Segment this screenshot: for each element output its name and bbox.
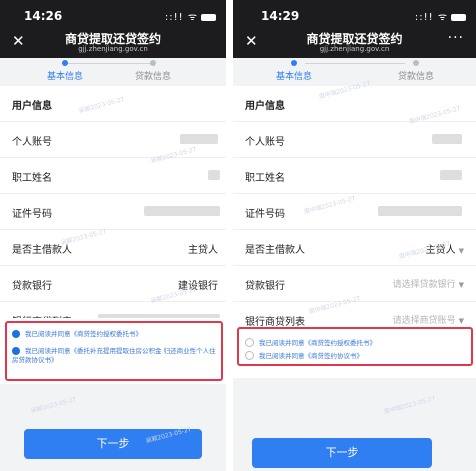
- right-screen: 14:29 ::!! ᯤ ✕ 商贷提取还贷签约 gjj.zhenjiang.go…: [233, 0, 476, 471]
- field-label: 个人账号: [12, 137, 52, 148]
- redacted-value: [180, 134, 218, 144]
- highlight-box: [237, 327, 473, 366]
- section-title: 用户信息: [12, 101, 52, 112]
- placeholder-text: 请选择商贷账号: [392, 316, 456, 326]
- more-icon[interactable]: ···: [448, 30, 464, 46]
- step-loan-info: 贷款信息: [361, 58, 471, 82]
- status-time: 14:26: [24, 9, 63, 23]
- step-dot-active: [62, 60, 68, 66]
- left-screen: 14:26 ::!! ᯤ ✕ 商贷提取还贷签约 gjj.zhenjiang.go…: [0, 0, 226, 471]
- field-label: 证件号码: [245, 209, 285, 220]
- step-basic-info: 基本信息: [239, 58, 349, 82]
- field-label: 证件号码: [12, 209, 52, 220]
- watermark: 周中瑞2023-05-27: [383, 395, 437, 416]
- step-indicator: 基本信息 贷款信息: [0, 58, 226, 86]
- status-time: 14:29: [261, 9, 300, 23]
- field-label: 职工姓名: [12, 173, 52, 184]
- field-name: 职工姓名: [0, 158, 226, 194]
- user-info-form: 用户信息 个人账号 职工姓名 证件号码 是否主借款人 主贷人 贷款银行 建设银行…: [0, 86, 226, 338]
- step-dot: [413, 60, 419, 66]
- battery-icon: [451, 13, 466, 21]
- field-placeholder[interactable]: 请选择贷款银行 ▼: [393, 277, 464, 290]
- caret-down-icon: ▼: [458, 247, 464, 255]
- redacted-value: [144, 206, 220, 216]
- redacted-value: [378, 206, 462, 216]
- page-domain: gjj.zhenjiang.gov.cn: [78, 45, 148, 53]
- field-value: 主贷人: [188, 245, 218, 256]
- status-icons: ::!! ᯤ: [165, 9, 216, 23]
- redacted-value: [432, 134, 462, 144]
- field-label: 贷款银行: [245, 281, 285, 292]
- top-bar: 14:26 ::!! ᯤ ✕ 商贷提取还贷签约 gjj.zhenjiang.go…: [0, 0, 226, 58]
- field-label: 是否主借款人: [245, 245, 305, 256]
- step-dot-active: [291, 60, 297, 66]
- section-title: 用户信息: [245, 101, 285, 112]
- screenshot-divider: [226, 0, 233, 471]
- field-main-borrower[interactable]: 是否主借款人 主贷人: [0, 230, 226, 266]
- step-dot: [150, 60, 156, 66]
- field-label: 个人账号: [245, 137, 285, 148]
- step-loan-info: 贷款信息: [98, 58, 208, 82]
- battery-icon: [201, 13, 216, 21]
- status-icons: ::!! ᯤ: [415, 9, 466, 23]
- top-bar: 14:29 ::!! ᯤ ✕ 商贷提取还贷签约 gjj.zhenjiang.go…: [233, 0, 476, 58]
- field-label: 银行商贷列表: [245, 317, 305, 328]
- step-label: 贷款信息: [134, 72, 171, 82]
- page-domain: gjj.zhenjiang.gov.cn: [319, 45, 390, 53]
- step-label: 贷款信息: [397, 72, 434, 82]
- field-id-number: 证件号码: [0, 194, 226, 230]
- caret-down-icon: ▼: [458, 281, 464, 289]
- field-account: 个人账号: [233, 122, 476, 158]
- signal-wifi-icon: ::!! ᯤ: [164, 12, 198, 23]
- redacted-value: [208, 170, 220, 180]
- caret-down-icon: ▼: [458, 317, 464, 325]
- step-label: 基本信息: [275, 72, 312, 82]
- highlight-box: [5, 321, 223, 381]
- signal-wifi-icon: ::!! ᯤ: [414, 12, 448, 23]
- next-step-button[interactable]: 下一步: [252, 438, 432, 468]
- redacted-value: [440, 170, 462, 180]
- field-label: 职工姓名: [245, 173, 285, 184]
- field-label: 贷款银行: [12, 281, 52, 292]
- field-name: 职工姓名: [233, 158, 476, 194]
- placeholder-text: 请选择贷款银行: [392, 280, 456, 290]
- field-placeholder[interactable]: 请选择商贷账号 ▼: [393, 313, 464, 326]
- watermark: 吴颖2023-05-27: [30, 396, 78, 415]
